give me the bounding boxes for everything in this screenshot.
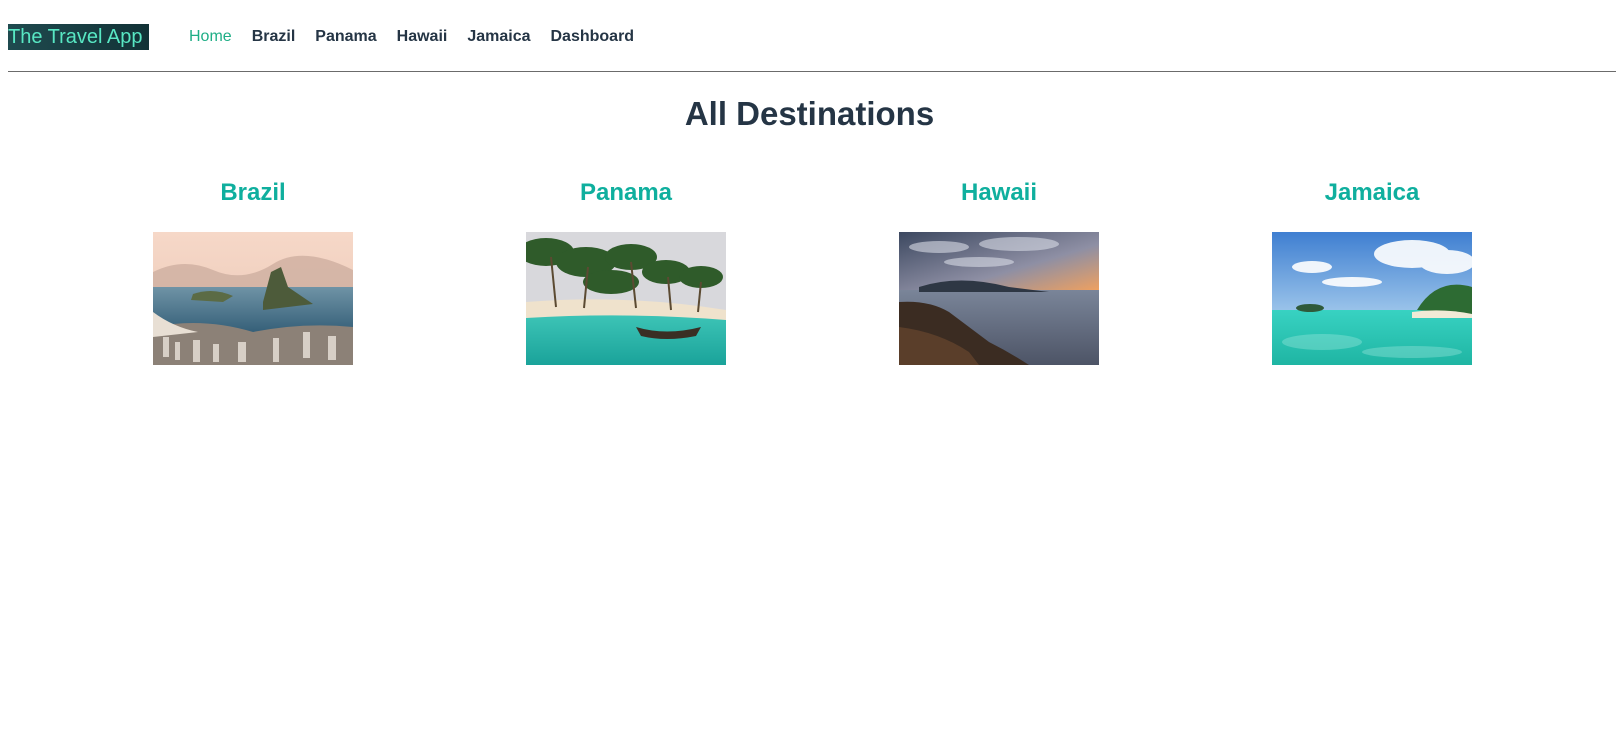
destination-card-jamaica: Jamaica bbox=[1272, 178, 1472, 365]
nav-link-jamaica[interactable]: Jamaica bbox=[467, 27, 530, 47]
destination-title[interactable]: Brazil bbox=[153, 178, 353, 208]
page-title: All Destinations bbox=[684, 95, 935, 132]
nav-link-hawaii[interactable]: Hawaii bbox=[397, 27, 448, 47]
destination-title[interactable]: Hawaii bbox=[899, 178, 1099, 208]
nav-links: Home Brazil Panama Hawaii Jamaica Dashbo… bbox=[189, 27, 654, 47]
destination-image-brazil[interactable] bbox=[153, 232, 353, 365]
top-navbar: The Travel App Home Brazil Panama Hawaii… bbox=[8, 0, 1616, 72]
nav-link-panama[interactable]: Panama bbox=[315, 27, 376, 47]
nav-link-dashboard[interactable]: Dashboard bbox=[551, 27, 635, 47]
destination-card-hawaii: Hawaii bbox=[899, 178, 1099, 365]
destination-image-hawaii[interactable] bbox=[899, 232, 1099, 365]
destination-card-panama: Panama bbox=[526, 178, 726, 365]
brand-logo[interactable]: The Travel App bbox=[8, 24, 149, 50]
destination-image-panama[interactable] bbox=[526, 232, 726, 365]
destination-title[interactable]: Panama bbox=[526, 178, 726, 208]
destination-title[interactable]: Jamaica bbox=[1272, 178, 1472, 208]
nav-link-home[interactable]: Home bbox=[189, 27, 232, 47]
destination-card-brazil: Brazil bbox=[153, 178, 353, 365]
destination-image-jamaica[interactable] bbox=[1272, 232, 1472, 365]
nav-link-brazil[interactable]: Brazil bbox=[252, 27, 296, 47]
